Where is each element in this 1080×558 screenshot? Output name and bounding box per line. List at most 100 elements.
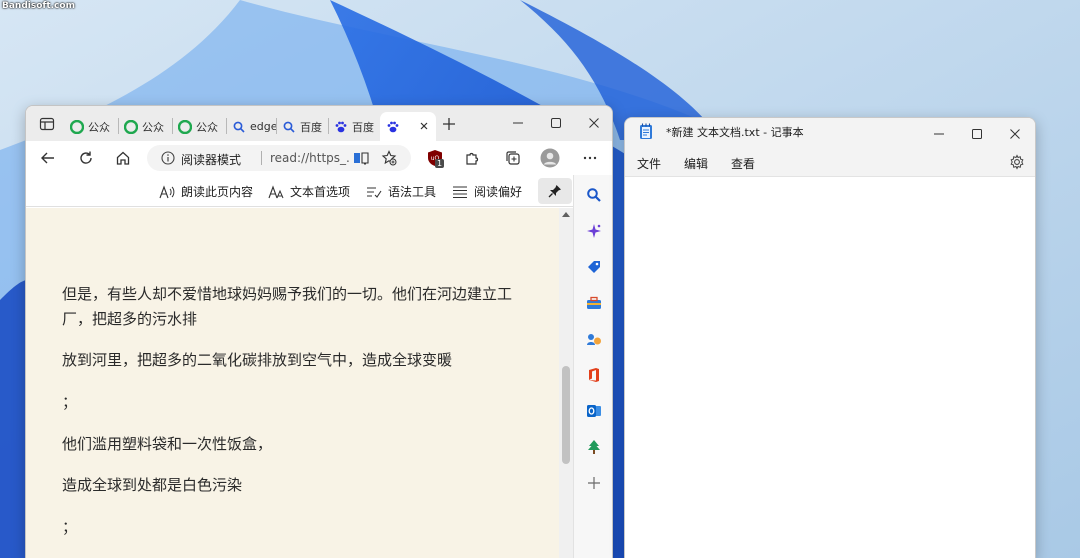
reader-mode-label: 阅读器模式 [181,153,242,167]
home-icon [116,151,130,165]
menu-view[interactable]: 查看 [731,155,755,172]
close-icon [589,118,599,128]
sidebar-tree-button[interactable] [584,437,604,457]
article-paragraph: 他们滥用塑料袋和一次性饭盒， [62,435,273,453]
tab-title: 公众 [196,120,218,134]
grammar-tools-button[interactable]: 语法工具 [366,183,436,200]
puzzle-icon [466,152,479,165]
notepad-text-area[interactable] [625,178,1035,558]
immersive-reader-icon[interactable] [353,151,369,165]
close-window-button[interactable] [580,112,608,134]
back-button[interactable] [38,148,58,168]
sidebar-add-button[interactable] [584,473,604,493]
sidebar-office-button[interactable] [584,365,604,385]
arrow-left-icon [41,152,54,164]
grammar-icon [367,186,382,198]
scroll-thumb[interactable] [562,366,570,464]
sidebar-copilot-button[interactable] [584,221,604,241]
search-icon [283,121,295,133]
notepad-title: *新建 文本文档.txt - 记事本 [666,126,804,139]
extension-badge: 1 [435,159,445,168]
minimize-icon [513,122,523,124]
sidebar-shopping-button[interactable] [584,257,604,277]
text-preferences-button[interactable]: 文本首选项 [268,183,350,200]
address-bar[interactable]: 阅读器模式 read://https_... [147,145,411,171]
tab-title: 百度 [300,120,322,134]
watermark-text: Bandisoft.com [2,1,75,11]
refresh-button[interactable] [76,148,96,168]
tab-actions-icon[interactable] [39,116,55,132]
home-button[interactable] [113,148,133,168]
add-favorite-icon[interactable] [381,150,397,166]
scroll-up-arrow-icon[interactable] [562,212,570,217]
pin-toolbar-button[interactable] [538,178,572,204]
notepad-close-button[interactable] [1001,123,1029,145]
sidebar-games-button[interactable] [584,329,604,349]
tab-title: edge [250,120,276,133]
games-icon [587,334,601,345]
notepad-window: *新建 文本文档.txt - 记事本 文件 编辑 查看 [624,117,1036,558]
reader-content: 但是，有些人却不爱惜地球妈妈赐予我们的一切。他们在河边建立工厂，把超多的污水排 … [26,208,559,558]
office-icon [589,368,599,382]
settings-more-button[interactable] [580,148,600,168]
tab-edge-search[interactable]: edge [226,112,276,141]
notepad-title-bar[interactable]: *新建 文本文档.txt - 记事本 [625,118,1035,150]
url-text[interactable]: read://https_... [270,151,350,165]
maximize-icon [551,118,561,128]
search-icon [587,188,601,202]
ublock-extension-button[interactable]: uO 1 [425,148,445,168]
profile-button[interactable] [540,148,560,168]
article-paragraph: 造成全球到处都是白色污染 [62,476,243,494]
tab-wechat-3[interactable]: 公众 [172,112,226,141]
more-dots-icon [583,156,597,160]
tab-baidu-search[interactable]: 百度 [276,112,328,141]
minimize-button[interactable] [504,112,532,134]
article-paragraph: 放到河里，把超多的二氧化碳排放到空气中，造成全球变暖 [62,351,453,369]
collections-button[interactable] [503,148,523,168]
grammar-tools-label: 语法工具 [388,185,437,199]
shopping-tag-icon [588,261,600,273]
notepad-menu-bar: 文件 编辑 查看 [625,150,1035,177]
gear-icon[interactable] [1009,154,1025,170]
menu-edit[interactable]: 编辑 [684,155,708,172]
article-paragraph: ； [62,518,78,536]
tab-title: 百度 [352,120,374,134]
sidebar-search-button[interactable] [584,185,604,205]
notepad-minimize-button[interactable] [925,123,953,145]
read-aloud-label: 朗读此页内容 [181,185,254,199]
menu-file[interactable]: 文件 [637,155,661,172]
refresh-icon [80,151,92,164]
read-aloud-button[interactable]: 朗读此页内容 [159,183,253,200]
sidebar-tools-button[interactable] [584,293,604,313]
info-icon[interactable] [161,151,175,165]
close-tab-icon[interactable] [418,120,430,132]
notepad-app-icon [640,123,652,139]
extensions-button[interactable] [462,148,482,168]
close-icon [1010,129,1020,139]
tab-wechat-1[interactable]: 公众 [64,112,118,141]
new-tab-icon[interactable] [440,115,458,133]
tab-wechat-2[interactable]: 公众 [118,112,172,141]
tab-title: 公众 [142,120,164,134]
reader-toolbar: 朗读此页内容 文本首选项 语法工具 阅读偏好 [26,175,573,207]
maximize-button[interactable] [542,112,570,134]
reading-preferences-label: 阅读偏好 [474,185,523,199]
edge-browser-window: 公众 公众 公众 edge 百度 百度 阅读器模式 read://https_.… [25,105,613,558]
wechat-icon [70,119,84,134]
article-paragraph: ； [62,393,78,411]
vertical-scrollbar[interactable] [559,208,573,558]
browser-toolbar: 阅读器模式 read://https_... uO 1 [26,141,612,175]
reading-prefs-icon [453,185,467,198]
baidu-paw-icon [387,121,399,132]
avatar-icon [540,148,560,168]
search-icon [233,121,245,133]
outlook-icon [587,405,601,417]
reading-preferences-button[interactable]: 阅读偏好 [452,183,522,200]
sidebar-outlook-button[interactable] [584,401,604,421]
tab-active[interactable] [380,112,436,141]
text-preferences-label: 文本首选项 [290,185,351,199]
tab-title: 公众 [88,120,110,134]
tab-baidu[interactable]: 百度 [328,112,380,141]
notepad-maximize-button[interactable] [963,123,991,145]
wechat-icon [178,119,192,134]
